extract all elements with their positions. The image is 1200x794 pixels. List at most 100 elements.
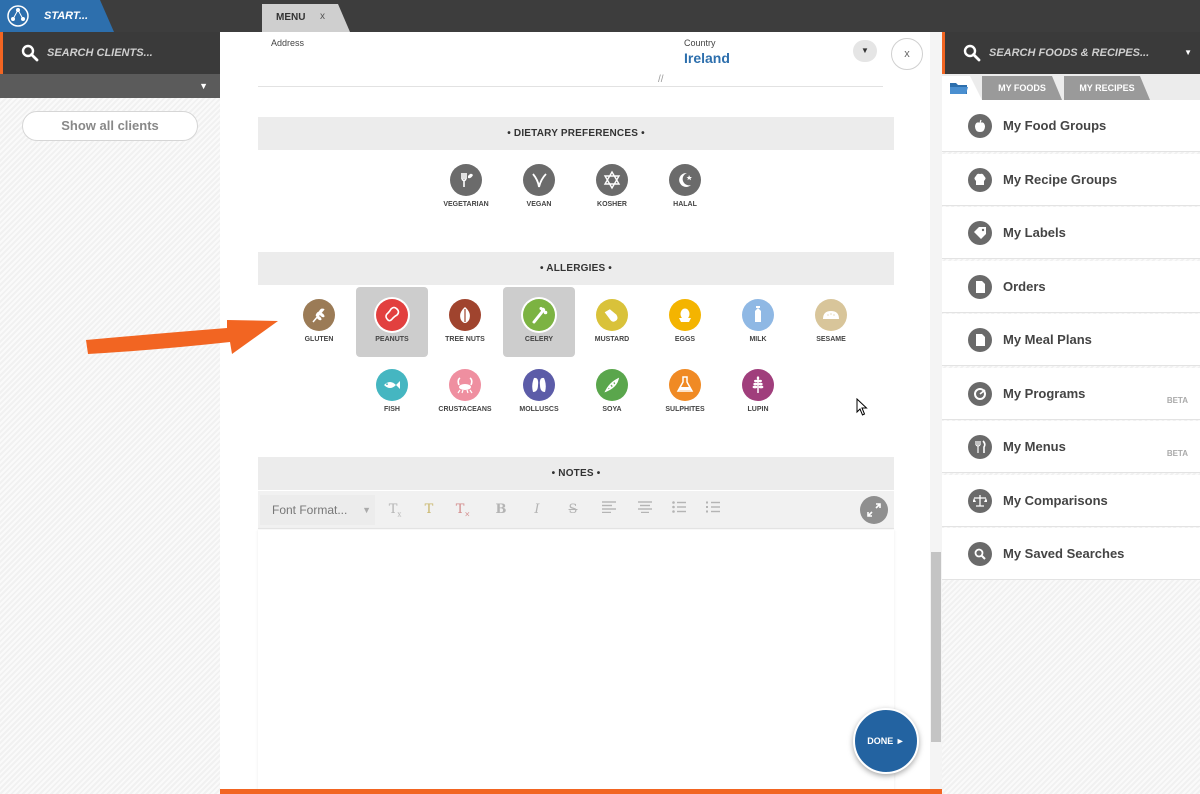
- allergy-peanuts[interactable]: PEANUTS: [356, 287, 428, 357]
- align-center-icon[interactable]: [634, 500, 656, 520]
- text-color-icon[interactable]: T: [418, 500, 440, 520]
- dietary-kosher[interactable]: KOSHER: [576, 152, 648, 222]
- bulleted-list-icon[interactable]: [668, 500, 690, 520]
- client-filter-dropdown[interactable]: ▼: [0, 74, 220, 98]
- allergy-gluten[interactable]: GLUTEN: [283, 287, 355, 357]
- modal-close-button[interactable]: x: [891, 38, 923, 70]
- lupin-icon: [752, 376, 764, 393]
- allergy-crustaceans[interactable]: CRUSTACEANS: [429, 357, 501, 427]
- chevron-down-icon: ▼: [199, 81, 208, 91]
- tab-my-foods[interactable]: MY FOODS: [982, 76, 1062, 100]
- strikethrough-icon[interactable]: S: [562, 500, 584, 520]
- fish-icon: [384, 381, 400, 389]
- menu-settings-modal: Address Country Ireland ▼ // x • DIETARY…: [220, 32, 942, 794]
- tab-menu-close-button[interactable]: x: [320, 11, 325, 22]
- library-item-orders[interactable]: Orders: [942, 260, 1200, 313]
- library-item-my-recipe-groups[interactable]: My Recipe Groups: [942, 153, 1200, 206]
- tab-menu-label: MENU: [276, 12, 306, 23]
- library-item-my-food-groups[interactable]: My Food Groups: [942, 100, 1200, 152]
- allergy-soya[interactable]: SOYA: [576, 357, 648, 427]
- library-item-label: Orders: [1003, 278, 1046, 294]
- top-bar: START... MENU x: [0, 0, 1200, 32]
- library-item-label: My Labels: [1003, 225, 1066, 240]
- crustacean-icon: [457, 377, 473, 394]
- halal-icon: [679, 172, 692, 187]
- egg-icon-circle: [669, 299, 701, 331]
- country-select[interactable]: Ireland: [684, 50, 730, 66]
- allergy-fish[interactable]: FISH: [356, 357, 428, 427]
- dietary-label: KOSHER: [597, 201, 627, 208]
- celery-icon-circle: [523, 299, 555, 331]
- allergy-sesame[interactable]: SESAME: [795, 287, 867, 357]
- address-field-underline: [258, 86, 883, 87]
- notes-toolbar: Font Format... ▼ Tx T T× B I S: [258, 491, 894, 529]
- allergy-sulphites[interactable]: SULPHITES: [649, 357, 721, 427]
- foods-tabs: MY FOODS MY RECIPES: [942, 74, 1200, 100]
- dietary-label: VEGAN: [526, 201, 552, 208]
- client-search-input[interactable]: [47, 43, 207, 63]
- bold-icon[interactable]: B: [490, 500, 512, 520]
- fullscreen-expand-button[interactable]: [860, 496, 888, 524]
- foods-recipes-panel: ▼ MY FOODS MY RECIPES My Food Groups My R…: [942, 32, 1200, 794]
- food-search-bar: ▼: [942, 32, 1200, 74]
- library-item-my-meal-plans[interactable]: My Meal Plans: [942, 314, 1200, 366]
- show-all-clients-button[interactable]: Show all clients: [22, 111, 198, 141]
- allergy-celery[interactable]: CELERY: [503, 287, 575, 357]
- dietary-vegetarian[interactable]: VEGETARIAN: [430, 152, 502, 222]
- peanut-icon: [385, 306, 400, 322]
- tab-menu[interactable]: MENU x: [262, 4, 350, 32]
- font-format-label: Font Format...: [272, 503, 348, 517]
- chevron-down-icon[interactable]: ▼: [1184, 48, 1192, 57]
- country-dropdown-button[interactable]: ▼: [853, 40, 877, 62]
- italic-icon[interactable]: I: [526, 500, 548, 520]
- allergy-mustard[interactable]: MUSTARD: [576, 287, 648, 357]
- library-item-my-comparisons[interactable]: My Comparisons: [942, 474, 1200, 527]
- library-item-label: My Comparisons: [1003, 492, 1108, 508]
- allergy-label: LUPIN: [747, 406, 769, 413]
- align-left-icon[interactable]: [598, 500, 620, 520]
- tab-folders[interactable]: [942, 76, 982, 100]
- country-label: Country: [684, 38, 716, 48]
- allergy-label: CELERY: [524, 336, 554, 343]
- textarea-resize-handle[interactable]: //: [658, 74, 664, 85]
- soya-icon: [604, 377, 620, 393]
- allergy-molluscs[interactable]: MOLLUSCS: [503, 357, 575, 427]
- app-logo-icon: [7, 5, 29, 27]
- egg-icon: [679, 308, 691, 322]
- dietary-halal[interactable]: HALAL: [649, 152, 721, 222]
- clear-format-icon[interactable]: Tx: [384, 500, 406, 520]
- tree-nut-icon-circle: [449, 299, 481, 331]
- library-item-my-labels[interactable]: My Labels: [942, 207, 1200, 259]
- document-icon: [968, 274, 992, 299]
- remove-format-icon[interactable]: T×: [452, 500, 474, 520]
- allergy-tree-nuts[interactable]: TREE NUTS: [429, 287, 501, 357]
- modal-scrollbar-thumb[interactable]: [931, 552, 941, 742]
- allergy-lupin[interactable]: LUPIN: [722, 357, 794, 427]
- allergy-label: EGGS: [674, 336, 696, 343]
- library-item-my-saved-searches[interactable]: My Saved Searches: [942, 528, 1200, 580]
- allergy-milk[interactable]: MILK: [722, 287, 794, 357]
- start-tab[interactable]: START...: [0, 0, 114, 32]
- fish-icon-circle: [376, 369, 408, 401]
- library-item-my-menus[interactable]: My Menus BETA: [942, 421, 1200, 473]
- tag-icon: [968, 221, 992, 245]
- library-item-label: My Menus: [1003, 439, 1066, 454]
- library-item-label: My Programs: [1003, 385, 1086, 401]
- numbered-list-icon[interactable]: [702, 500, 724, 520]
- dietary-vegan[interactable]: VEGAN: [503, 152, 575, 222]
- tab-my-recipes[interactable]: MY RECIPES: [1064, 76, 1150, 100]
- allergy-label: SOYA: [602, 406, 622, 413]
- font-format-select[interactable]: Font Format... ▼: [260, 495, 375, 525]
- allergy-label: SESAME: [816, 336, 846, 343]
- chef-hat-icon: [968, 167, 992, 192]
- program-icon: [968, 381, 992, 406]
- kosher-icon-circle: [596, 164, 628, 196]
- notes-editor[interactable]: [258, 530, 894, 792]
- done-button[interactable]: DONE ►: [853, 708, 919, 774]
- search-icon: [963, 44, 981, 62]
- allergy-eggs[interactable]: EGGS: [649, 287, 721, 357]
- library-item-my-programs[interactable]: My Programs BETA: [942, 367, 1200, 420]
- sesame-icon: [823, 311, 839, 319]
- allergy-label: PEANUTS: [375, 336, 409, 343]
- food-search-input[interactable]: [989, 43, 1179, 63]
